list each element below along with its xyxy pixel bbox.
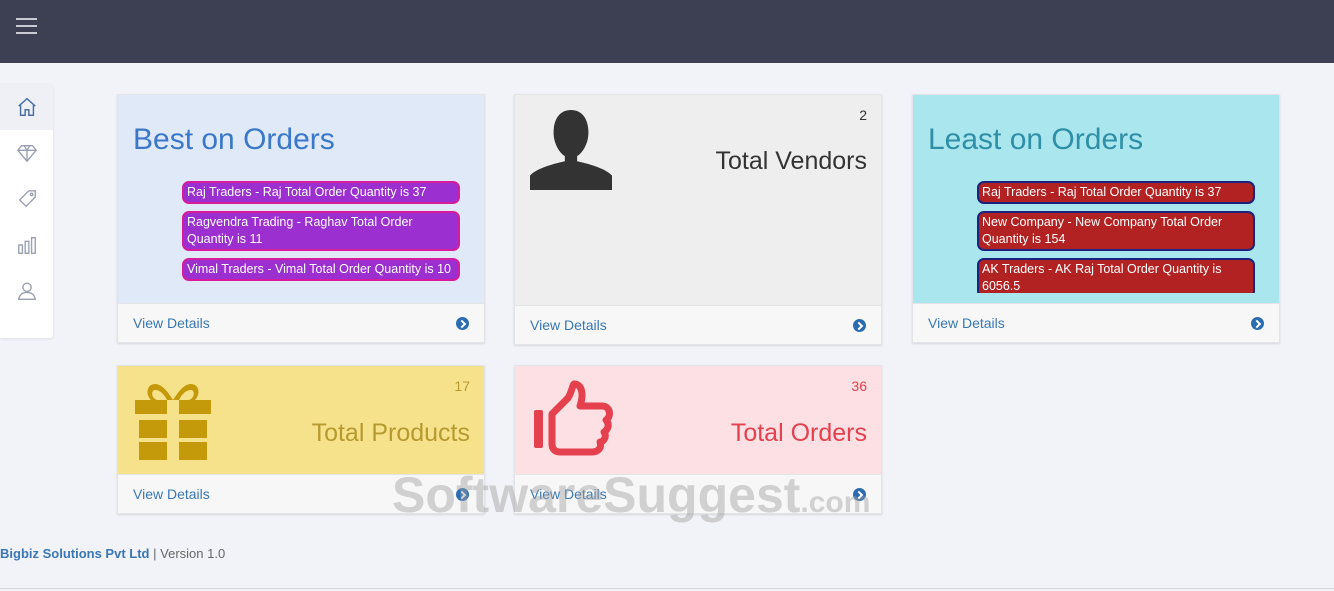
vendors-label: Total Vendors [715,147,868,175]
company-link[interactable]: Bigbiz Solutions Pvt Ltd [0,546,150,561]
least-orders-card: Least on Orders Raj Traders - Raj Total … [912,94,1280,343]
view-details-label: View Details [530,486,607,502]
orders-label: Total Orders [730,419,867,447]
list-item: New Company - New Company Total Order Qu… [977,211,1255,251]
arrow-circle-right-icon [456,487,469,501]
sidebar-item-users[interactable] [0,268,53,314]
vendors-count: 2 [859,107,867,123]
footer-divider [0,588,1334,589]
least-orders-view-details[interactable]: View Details [913,303,1279,342]
gift-icon [135,384,211,460]
home-icon [17,97,36,116]
footer-separator: | [153,546,157,561]
thumbs-up-icon [534,380,613,456]
sidebar-item-products[interactable] [0,130,53,176]
hamburger-icon[interactable] [16,18,37,34]
list-item: AK Traders - AK Raj Total Order Quantity… [977,258,1255,293]
version-text: Version 1.0 [160,546,226,561]
vendors-card: 2 Total Vendors View Details [514,94,882,345]
best-orders-title: Best on Orders [133,123,335,156]
arrow-circle-right-icon [853,318,866,332]
best-orders-list: Raj Traders - Raj Total Order Quantity i… [182,181,460,288]
products-label: Total Products [311,419,470,447]
orders-body: 36 Total Orders [515,366,881,475]
best-orders-view-details[interactable]: View Details [118,303,484,342]
vendors-body: 2 Total Vendors [515,95,881,306]
sidebar-item-home[interactable] [0,84,53,130]
arrow-circle-right-icon [456,316,469,330]
least-orders-body: Least on Orders Raj Traders - Raj Total … [913,95,1279,304]
user-silhouette-icon [530,110,612,190]
sidebar-item-tags[interactable] [0,176,53,222]
best-orders-card: Best on Orders Raj Traders - Raj Total O… [117,94,485,343]
view-details-label: View Details [133,315,210,331]
view-details-label: View Details [928,315,1005,331]
tag-icon [18,190,36,208]
arrow-circle-right-icon [853,487,866,501]
page-footer: Bigbiz Solutions Pvt Ltd | Version 1.0 [0,546,225,561]
least-orders-title: Least on Orders [928,123,1144,156]
products-count: 17 [454,378,470,394]
list-item: Raj Traders - Raj Total Order Quantity i… [977,181,1255,204]
view-details-label: View Details [530,317,607,333]
user-icon [17,282,36,300]
diamond-icon [16,144,37,163]
bar-chart-icon [17,236,36,254]
vendors-view-details[interactable]: View Details [515,305,881,344]
least-orders-list: Raj Traders - Raj Total Order Quantity i… [977,181,1255,293]
list-item: Raj Traders - Raj Total Order Quantity i… [182,181,460,204]
top-bar [0,0,1334,63]
products-card: 17 Total Products View Details [117,365,485,514]
products-body: 17 Total Products [118,366,484,475]
list-item: Ragvendra Trading - Raghav Total Order Q… [182,211,460,251]
orders-count: 36 [851,378,867,394]
products-view-details[interactable]: View Details [118,474,484,513]
orders-view-details[interactable]: View Details [515,474,881,513]
arrow-circle-right-icon [1251,316,1264,330]
view-details-label: View Details [133,486,210,502]
sidebar-item-reports[interactable] [0,222,53,268]
list-item: Vimal Traders - Vimal Total Order Quanti… [182,258,460,281]
orders-card: 36 Total Orders View Details [514,365,882,514]
sidebar [0,84,53,338]
best-orders-body: Best on Orders Raj Traders - Raj Total O… [118,95,484,304]
